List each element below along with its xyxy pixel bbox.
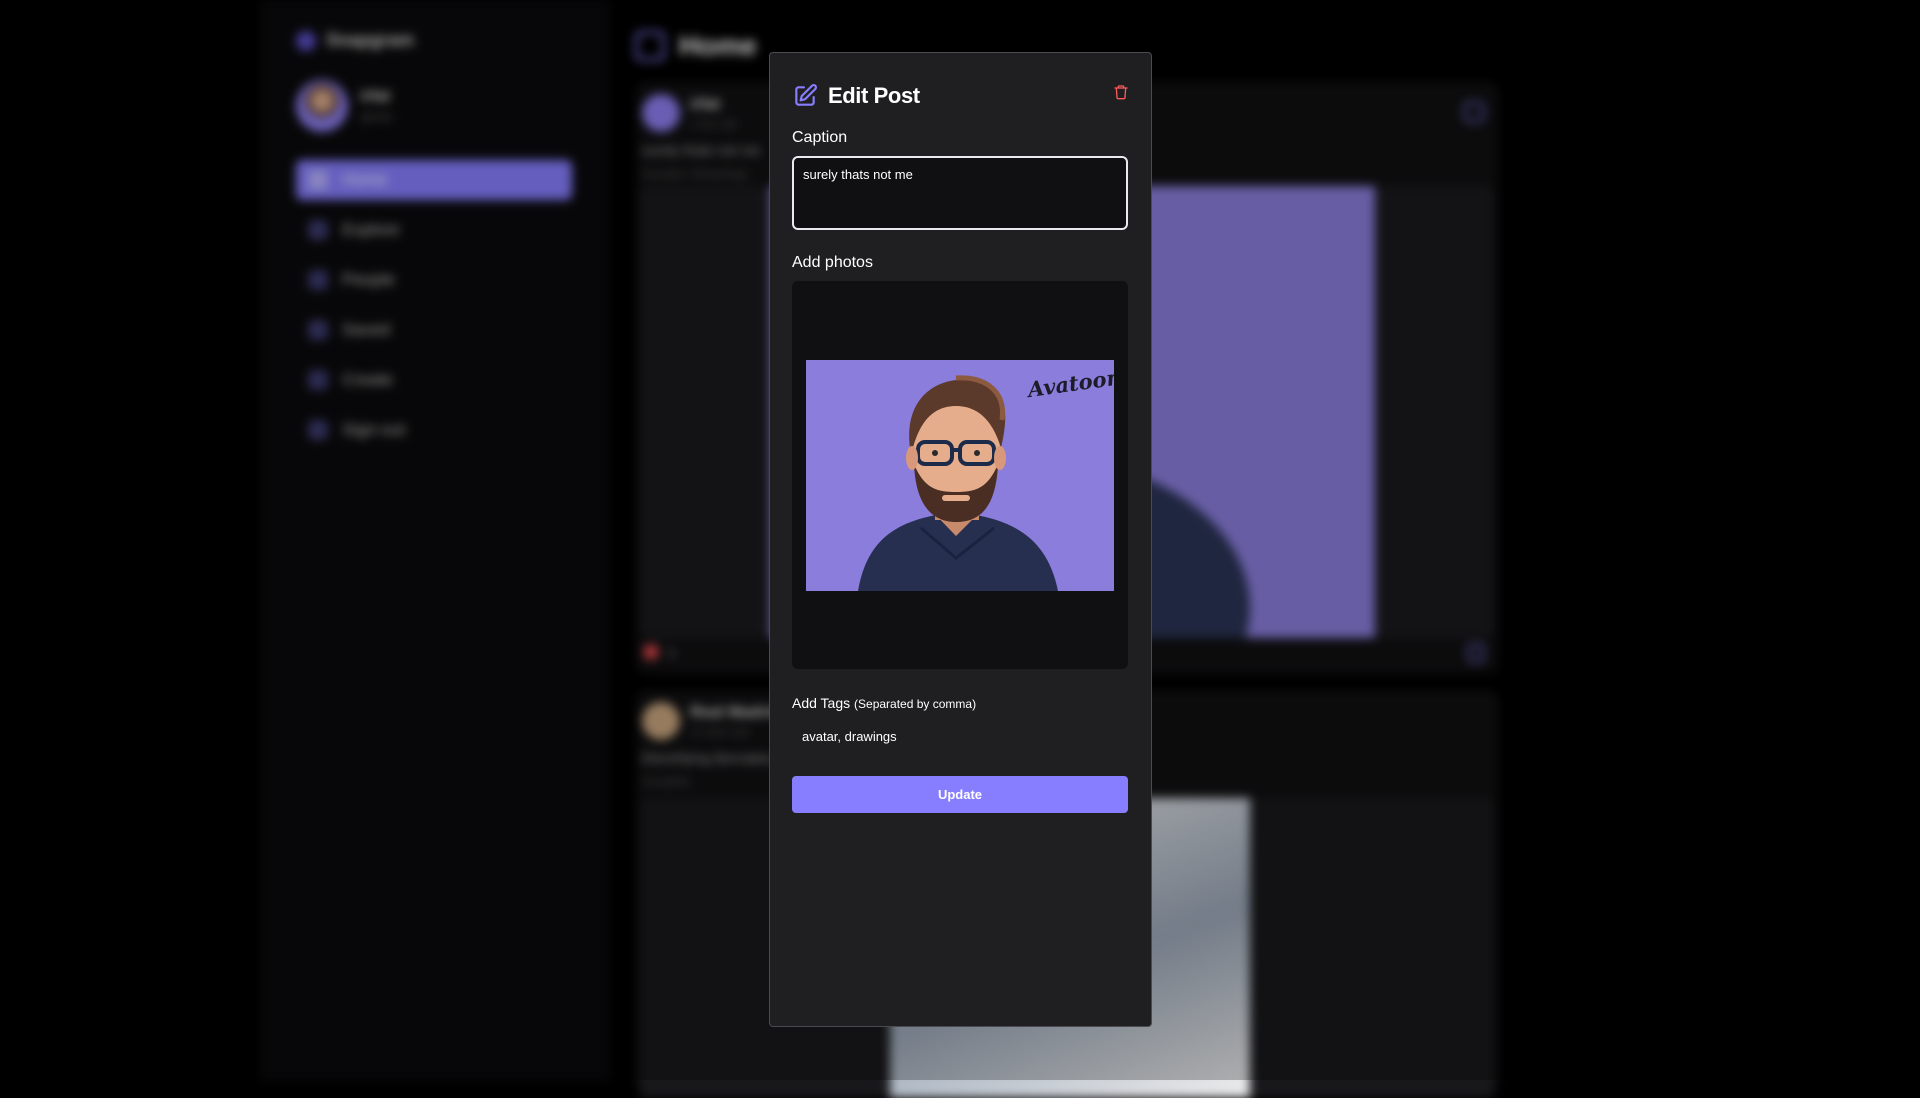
edit-icon [792, 83, 818, 109]
modal-header: Edit Post [792, 83, 920, 109]
tags-label-text: Add Tags [792, 695, 850, 711]
photos-label: Add photos [792, 254, 873, 272]
tags-input[interactable] [792, 717, 1128, 755]
modal-title: Edit Post [828, 83, 920, 109]
caption-label: Caption [792, 129, 847, 147]
photo-dropzone[interactable]: Avatoon [792, 281, 1128, 669]
caption-textarea[interactable]: surely thats not me [792, 156, 1128, 230]
tags-label: Add Tags (Separated by comma) [792, 695, 976, 711]
edit-post-modal: Edit Post Caption surely thats not me Ad… [769, 52, 1152, 1027]
uploaded-photo: Avatoon [806, 360, 1114, 591]
avatar-illustration: Avatoon [806, 360, 1114, 591]
update-button[interactable]: Update [792, 776, 1128, 813]
delete-trash-icon[interactable] [1113, 83, 1129, 101]
tags-label-hint: (Separated by comma) [854, 697, 976, 711]
